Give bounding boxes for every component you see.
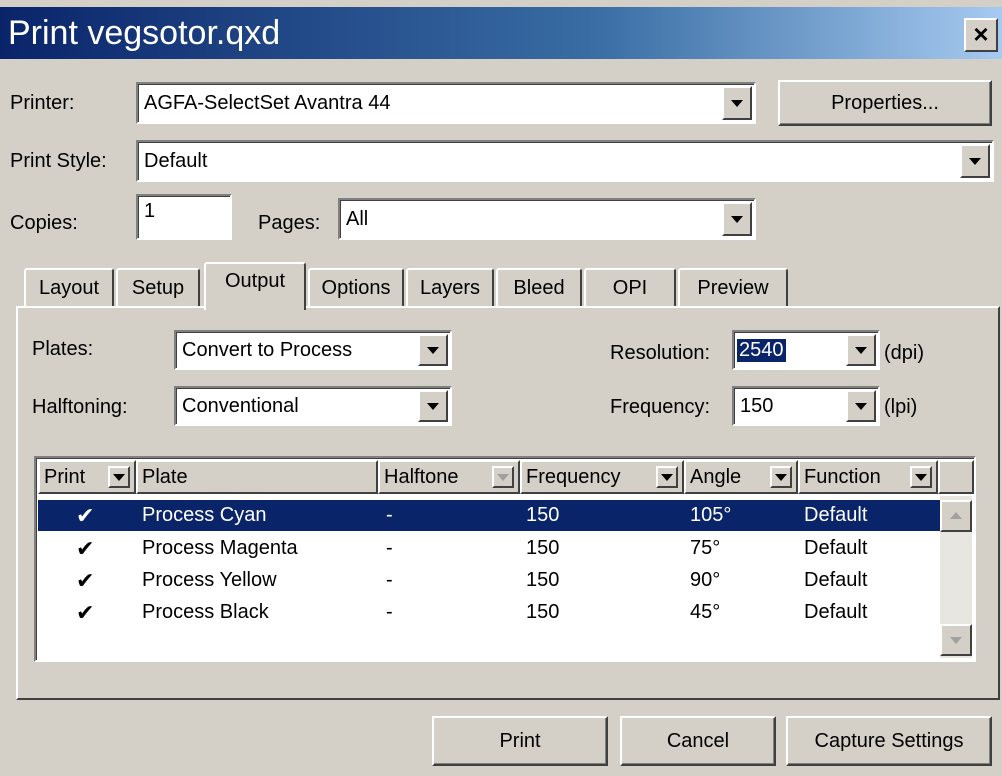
tab-output[interactable]: Output bbox=[204, 262, 306, 310]
column-header-filler bbox=[938, 460, 974, 494]
resolution-combobox[interactable]: 2540 bbox=[732, 330, 880, 370]
chevron-down-icon[interactable] bbox=[960, 144, 990, 178]
print-dialog: Print vegsotor.qxd × Printer: AGFA-Selec… bbox=[0, 0, 1002, 776]
tab-layout[interactable]: Layout bbox=[24, 268, 114, 306]
table-row[interactable]: ✔ Process Cyan - 150 105° Default bbox=[38, 500, 940, 531]
angle-cell: 75° bbox=[690, 537, 721, 559]
halftone-cell: - bbox=[386, 601, 393, 623]
chevron-down-icon[interactable] bbox=[108, 466, 130, 488]
function-cell: Default bbox=[804, 601, 868, 623]
print-style-label: Print Style: bbox=[10, 150, 107, 172]
plates-select[interactable]: Convert to Process bbox=[174, 330, 452, 370]
tab-opi[interactable]: OPI bbox=[584, 268, 676, 306]
chevron-down-icon bbox=[492, 466, 514, 488]
column-header-plate[interactable]: Plate bbox=[136, 460, 378, 494]
function-cell: Default bbox=[804, 504, 868, 526]
function-cell: Default bbox=[804, 569, 868, 591]
frequency-cell: 150 bbox=[526, 601, 560, 623]
table-row[interactable]: ✔ Process Magenta - 150 75° Default bbox=[38, 533, 940, 564]
title-bar[interactable]: Print vegsotor.qxd × bbox=[0, 7, 1002, 59]
plates-label: Plates: bbox=[32, 338, 94, 360]
tab-options[interactable]: Options bbox=[308, 268, 404, 306]
frequency-combobox[interactable]: 150 bbox=[732, 386, 880, 426]
halftoning-label: Halftoning: bbox=[32, 396, 128, 418]
tab-bleed[interactable]: Bleed bbox=[496, 268, 582, 306]
frequency-cell: 150 bbox=[526, 569, 560, 591]
scroll-down-icon[interactable] bbox=[940, 624, 972, 656]
column-header-function[interactable]: Function bbox=[798, 460, 938, 494]
frequency-unit: (lpi) bbox=[884, 396, 918, 418]
resolution-label: Resolution: bbox=[610, 342, 711, 364]
plates-value: Convert to Process bbox=[182, 338, 353, 361]
print-style-select[interactable]: Default bbox=[136, 140, 994, 182]
plate-cell: Process Magenta bbox=[142, 537, 298, 559]
scroll-up-icon[interactable] bbox=[940, 500, 972, 532]
halftone-cell: - bbox=[386, 569, 393, 591]
tab-setup[interactable]: Setup bbox=[116, 268, 200, 306]
chevron-down-icon[interactable] bbox=[418, 390, 448, 422]
vertical-scrollbar[interactable] bbox=[940, 496, 972, 658]
properties-button[interactable]: Properties... bbox=[778, 80, 992, 126]
printer-label: Printer: bbox=[10, 92, 75, 114]
printer-select[interactable]: AGFA-SelectSet Avantra 44 bbox=[136, 82, 756, 124]
chevron-down-icon[interactable] bbox=[722, 86, 752, 120]
printer-value: AGFA-SelectSet Avantra 44 bbox=[144, 91, 391, 114]
check-icon: ✔ bbox=[76, 503, 95, 528]
chevron-down-icon[interactable] bbox=[656, 466, 678, 488]
halftoning-value: Conventional bbox=[182, 394, 299, 417]
frequency-value: 150 bbox=[740, 394, 774, 417]
copies-input[interactable]: 1 bbox=[136, 194, 232, 240]
chevron-down-icon[interactable] bbox=[722, 202, 752, 236]
chevron-down-icon[interactable] bbox=[418, 334, 448, 366]
table-row[interactable]: ✔ Process Yellow - 150 90° Default bbox=[38, 565, 940, 596]
column-header-print[interactable]: Print bbox=[38, 460, 136, 494]
column-header-halftone[interactable]: Halftone bbox=[378, 460, 520, 494]
print-style-value: Default bbox=[144, 149, 208, 172]
frequency-label: Frequency: bbox=[610, 396, 711, 418]
chevron-down-icon[interactable] bbox=[846, 334, 876, 366]
frequency-cell: 150 bbox=[526, 504, 560, 526]
halftoning-select[interactable]: Conventional bbox=[174, 386, 452, 426]
tab-layers[interactable]: Layers bbox=[406, 268, 494, 306]
check-icon: ✔ bbox=[76, 568, 95, 593]
plate-cell: Process Yellow bbox=[142, 569, 277, 591]
plate-cell: Process Black bbox=[142, 601, 269, 623]
cancel-button[interactable]: Cancel bbox=[620, 716, 776, 766]
halftone-cell: - bbox=[386, 504, 393, 526]
chevron-down-icon[interactable] bbox=[846, 390, 876, 422]
window-title: Print vegsotor.qxd bbox=[8, 14, 281, 52]
copies-value: 1 bbox=[144, 200, 156, 222]
resolution-unit: (dpi) bbox=[884, 342, 925, 364]
copies-label: Copies: bbox=[10, 212, 78, 234]
resolution-value: 2540 bbox=[737, 338, 786, 362]
frequency-cell: 150 bbox=[526, 537, 560, 559]
capture-settings-button[interactable]: Capture Settings bbox=[786, 716, 992, 766]
chevron-down-icon[interactable] bbox=[770, 466, 792, 488]
tab-preview[interactable]: Preview bbox=[678, 268, 788, 306]
column-header-angle[interactable]: Angle bbox=[684, 460, 798, 494]
pages-label: Pages: bbox=[258, 212, 321, 234]
pages-value: All bbox=[346, 207, 369, 230]
chevron-down-icon[interactable] bbox=[910, 466, 932, 488]
check-icon: ✔ bbox=[76, 536, 95, 561]
check-icon: ✔ bbox=[76, 600, 95, 625]
angle-cell: 90° bbox=[690, 569, 721, 591]
close-icon: × bbox=[973, 19, 989, 49]
column-header-frequency[interactable]: Frequency bbox=[520, 460, 684, 494]
angle-cell: 45° bbox=[690, 601, 721, 623]
function-cell: Default bbox=[804, 537, 868, 559]
angle-cell: 105° bbox=[690, 504, 732, 526]
plate-cell: Process Cyan bbox=[142, 504, 267, 526]
table-row[interactable]: ✔ Process Black - 150 45° Default bbox=[38, 597, 940, 628]
table-header: Print Plate Halftone Frequency Angle Fun… bbox=[38, 460, 974, 494]
print-button[interactable]: Print bbox=[432, 716, 608, 766]
plates-table[interactable]: Print Plate Halftone Frequency Angle Fun… bbox=[34, 456, 976, 662]
pages-select[interactable]: All bbox=[338, 198, 756, 240]
close-button[interactable]: × bbox=[964, 18, 998, 52]
halftone-cell: - bbox=[386, 537, 393, 559]
